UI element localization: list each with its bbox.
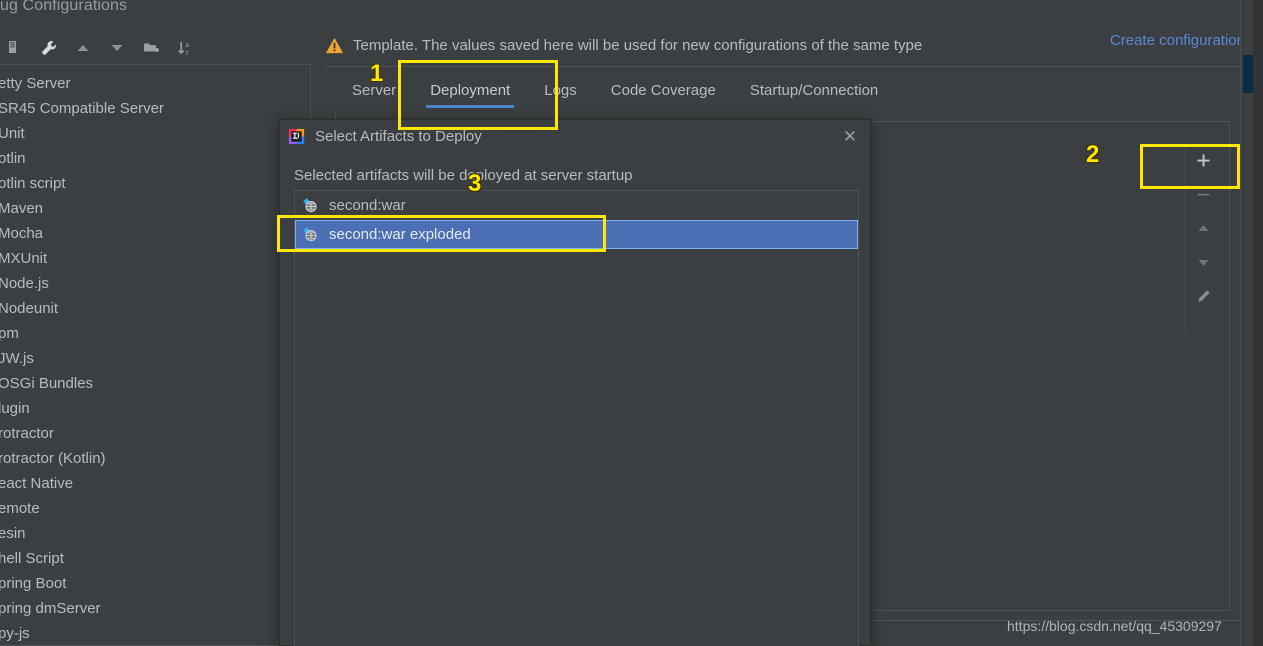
sidebar-item-label: rotractor (Kotlin) bbox=[0, 450, 106, 467]
sidebar-item[interactable]: pm bbox=[0, 321, 310, 346]
artifact-label: second:war bbox=[329, 197, 406, 214]
sidebar-item-label: Node.js bbox=[0, 275, 49, 292]
tab-server[interactable]: Server bbox=[335, 70, 413, 110]
sidebar-item-label: SR45 Compatible Server bbox=[0, 100, 164, 117]
tab-label: Deployment bbox=[430, 81, 511, 99]
window-right-edge bbox=[1253, 0, 1263, 646]
artifact-label: second:war exploded bbox=[329, 226, 471, 243]
arrow-up-icon[interactable] bbox=[68, 33, 98, 63]
sidebar-item-label: rotractor bbox=[0, 425, 54, 442]
sidebar-item[interactable]: MXUnit bbox=[0, 246, 310, 271]
sidebar-item[interactable]: otlin script bbox=[0, 171, 310, 196]
sidebar-item-label: hell Script bbox=[0, 550, 64, 567]
sidebar-item[interactable]: JW.js bbox=[0, 346, 310, 371]
sidebar-item-label: MXUnit bbox=[0, 250, 48, 267]
sidebar-item-label: lugin bbox=[0, 400, 30, 417]
sidebar-item[interactable]: hell Script bbox=[0, 546, 310, 571]
edit-button[interactable] bbox=[1186, 279, 1222, 313]
add-button[interactable] bbox=[1186, 143, 1222, 177]
sidebar-item[interactable]: py-js bbox=[0, 621, 310, 646]
dialog-hint-text: Selected artifacts will be deployed at s… bbox=[294, 167, 633, 184]
artifacts-list[interactable]: second:war second:war exploded bbox=[294, 190, 859, 646]
artifact-war-exploded-icon bbox=[303, 227, 317, 242]
sidebar-item-label: Nodeunit bbox=[0, 300, 59, 317]
wrench-icon[interactable] bbox=[34, 33, 64, 63]
create-configuration-link[interactable]: Create configuration bbox=[1110, 32, 1245, 49]
sort-az-icon[interactable]: a z bbox=[170, 33, 200, 63]
sidebar-item[interactable]: lugin bbox=[0, 396, 310, 421]
svg-text:a: a bbox=[185, 42, 189, 49]
sidebar-item[interactable]: Nodeunit bbox=[0, 296, 310, 321]
tab-label: Server bbox=[352, 81, 397, 99]
artifact-war-icon bbox=[303, 198, 317, 213]
sidebar-item-label: Mocha bbox=[0, 225, 44, 242]
sidebar-item[interactable]: pring Boot bbox=[0, 571, 310, 596]
dialog-titlebar: Select Artifacts to Deploy ✕ bbox=[280, 120, 870, 153]
sidebar-item[interactable]: rotractor (Kotlin) bbox=[0, 446, 310, 471]
new-folder-icon[interactable] bbox=[136, 33, 166, 63]
tab-label: Logs bbox=[544, 81, 577, 99]
sidebar-item[interactable]: Unit bbox=[0, 121, 310, 146]
svg-text:z: z bbox=[185, 49, 188, 56]
sidebar-item[interactable]: SR45 Compatible Server bbox=[0, 96, 310, 121]
configuration-types-panel: etty Server SR45 Compatible Server Unit otl… bbox=[0, 64, 311, 646]
configuration-types-list[interactable]: etty Server SR45 Compatible Server Unit otl… bbox=[0, 65, 310, 645]
sidebar-item[interactable]: eact Native bbox=[0, 471, 310, 496]
sidebar-item-label: otlin script bbox=[0, 175, 66, 192]
tab-logs[interactable]: Logs bbox=[527, 70, 594, 110]
template-banner-text: Template. The values saved here will be … bbox=[353, 36, 923, 54]
sidebar-item-label: Maven bbox=[0, 200, 44, 217]
select-artifacts-dialog: Select Artifacts to Deploy ✕ Selected ar… bbox=[279, 119, 871, 646]
dialog-title: Select Artifacts to Deploy bbox=[315, 128, 482, 145]
template-banner: Template. The values saved here will be … bbox=[325, 30, 1245, 60]
move-up-button[interactable] bbox=[1186, 211, 1222, 245]
window-scrollbar[interactable] bbox=[1240, 0, 1252, 646]
copy-icon[interactable] bbox=[0, 33, 30, 63]
screen-root: ug Configurations ✕ bbox=[0, 0, 1263, 646]
sidebar-item-label: Unit bbox=[0, 125, 25, 142]
sidebar-item[interactable]: rotractor bbox=[0, 421, 310, 446]
editor-tabs: Server Deployment Logs Code Coverage Startup… bbox=[335, 70, 895, 110]
artifact-row[interactable]: second:war bbox=[295, 191, 858, 220]
sidebar-item-label: etty Server bbox=[0, 75, 71, 92]
sidebar-item-label: OSGi Bundles bbox=[0, 375, 94, 392]
tab-code-coverage[interactable]: Code Coverage bbox=[594, 70, 733, 110]
sidebar-item[interactable]: Node.js bbox=[0, 271, 310, 296]
sidebar-item[interactable]: Maven bbox=[0, 196, 310, 221]
tab-label: Code Coverage bbox=[610, 81, 716, 99]
sidebar-item-label: eact Native bbox=[0, 475, 74, 492]
sidebar-item-label: py-js bbox=[0, 625, 30, 642]
tab-label: Startup/Connection bbox=[749, 81, 879, 99]
sidebar-item-label: emote bbox=[0, 500, 40, 517]
move-down-button[interactable] bbox=[1186, 245, 1222, 279]
banner-divider bbox=[325, 66, 1245, 67]
sidebar-item-label: JW.js bbox=[0, 350, 34, 367]
configurations-toolbar: a z bbox=[0, 32, 300, 64]
sidebar-item[interactable]: otlin bbox=[0, 146, 310, 171]
sidebar-item[interactable]: Mocha bbox=[0, 221, 310, 246]
sidebar-item-label: pring dmServer bbox=[0, 600, 101, 617]
intellij-idea-icon bbox=[288, 128, 305, 145]
deployment-actions-toolbar bbox=[1185, 143, 1221, 333]
remove-button[interactable] bbox=[1186, 177, 1222, 211]
warning-triangle-icon bbox=[325, 37, 344, 53]
window-title: ug Configurations bbox=[0, 0, 128, 14]
sidebar-item-label: esin bbox=[0, 525, 26, 542]
sidebar-item[interactable]: esin bbox=[0, 521, 310, 546]
sidebar-item[interactable]: etty Server bbox=[0, 71, 310, 96]
sidebar-item-label: pm bbox=[0, 325, 19, 342]
artifact-row[interactable]: second:war exploded bbox=[295, 220, 858, 249]
arrow-down-icon[interactable] bbox=[102, 33, 132, 63]
tab-startup-connection[interactable]: Startup/Connection bbox=[733, 70, 895, 110]
dialog-close-button[interactable]: ✕ bbox=[838, 125, 862, 149]
sidebar-item-label: pring Boot bbox=[0, 575, 67, 592]
sidebar-item[interactable]: pring dmServer bbox=[0, 596, 310, 621]
tab-deployment[interactable]: Deployment bbox=[413, 70, 527, 110]
sidebar-item[interactable]: OSGi Bundles bbox=[0, 371, 310, 396]
sidebar-item[interactable]: emote bbox=[0, 496, 310, 521]
sidebar-item-label: otlin bbox=[0, 150, 26, 167]
